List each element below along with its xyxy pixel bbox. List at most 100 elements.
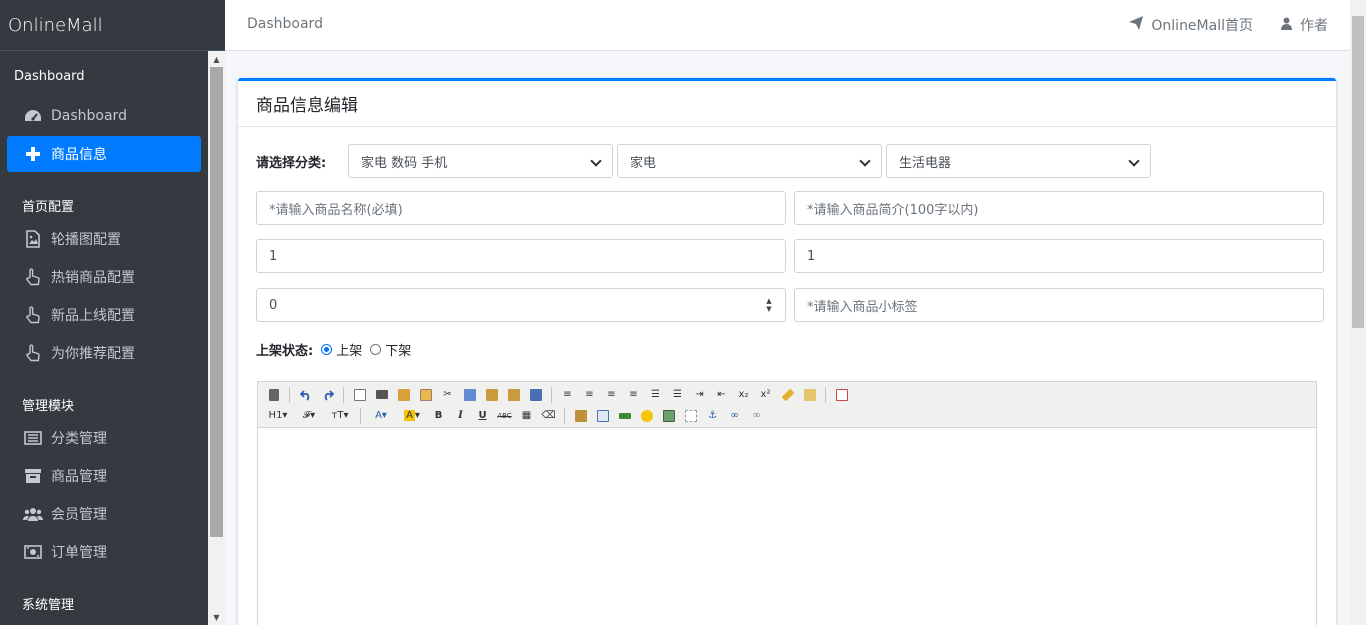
heading-icon[interactable]: H1▾: [264, 407, 292, 425]
indent-icon[interactable]: ⇥: [690, 386, 709, 404]
sidebar-item-category-management[interactable]: 分类管理: [7, 420, 201, 456]
page-scrollbar-thumb[interactable]: [1352, 16, 1364, 328]
editor-toolbar: ✂ ≡ ≡ ≡ ≡ ☰ ☰ ⇥ ⇤ x₂ x² H1▾ 𝓕▾ тT▾ A▾ A …: [258, 382, 1316, 428]
emoticon-icon[interactable]: [637, 407, 656, 425]
bold-icon[interactable]: B: [429, 407, 448, 425]
sidebar-item-carousel-config[interactable]: 轮播图配置: [7, 221, 201, 257]
source-icon[interactable]: [264, 386, 283, 404]
sidebar-item-label: Dashboard: [51, 108, 127, 124]
insert-image-icon[interactable]: [571, 407, 590, 425]
author-link-label: 作者: [1300, 18, 1328, 34]
author-link[interactable]: 作者: [1281, 15, 1328, 35]
subscript-icon[interactable]: x₂: [734, 386, 753, 404]
sidebar-item-member-management[interactable]: 会员管理: [7, 496, 201, 532]
image-icon: [23, 230, 43, 248]
clear-format-icon[interactable]: [778, 386, 797, 404]
spinner-arrows-icon[interactable]: ▲ ▼: [763, 297, 775, 315]
original-price-input[interactable]: 1: [256, 239, 786, 273]
line-height-icon[interactable]: ▦: [517, 407, 536, 425]
superscript-icon[interactable]: x²: [756, 386, 775, 404]
brand-logo[interactable]: OnlineMall: [0, 0, 225, 51]
scrollbar-thumb[interactable]: [210, 67, 223, 537]
undo-icon[interactable]: [296, 386, 315, 404]
italic-icon[interactable]: I: [451, 407, 470, 425]
rich-text-editor: ✂ ≡ ≡ ≡ ≡ ☰ ☰ ⇥ ⇤ x₂ x² H1▾ 𝓕▾ тT▾ A▾ A …: [257, 381, 1317, 625]
sidebar-item-dashboard[interactable]: Dashboard: [7, 98, 201, 134]
sidebar-item-recommend-config[interactable]: 为你推荐配置: [7, 335, 201, 371]
sidebar-item-label: 新品上线配置: [51, 308, 135, 324]
remove-format-icon[interactable]: ⌫: [539, 407, 558, 425]
status-off-sale-radio[interactable]: [370, 344, 382, 355]
sidebar-item-label: 订单管理: [51, 545, 107, 561]
sale-status-group: 上架状态: 上架 下架: [256, 340, 411, 359]
product-tag-input[interactable]: *请输入商品小标签: [794, 288, 1324, 322]
stock-number-input[interactable]: 0 ▲ ▼: [256, 288, 786, 322]
font-size-icon[interactable]: тT▾: [326, 407, 354, 425]
category-level2-select[interactable]: 家电: [617, 144, 882, 178]
align-center-icon[interactable]: ≡: [580, 386, 599, 404]
template-icon[interactable]: [394, 386, 413, 404]
selling-price-input[interactable]: 1: [794, 239, 1324, 273]
insert-photo-icon[interactable]: [659, 407, 678, 425]
sidebar-item-hot-products-config[interactable]: 热销商品配置: [7, 259, 201, 295]
redo-icon[interactable]: [318, 386, 337, 404]
insert-media-icon[interactable]: [615, 407, 634, 425]
font-family-icon[interactable]: 𝓕▾: [295, 407, 323, 425]
sidebar-item-product-info[interactable]: 商品信息: [7, 136, 201, 172]
unordered-list-icon[interactable]: ☰: [668, 386, 687, 404]
sidebar-item-label: 会员管理: [51, 507, 107, 523]
sidebar-menu: Dashboard Dashboard 商品信息 首页配置 轮播图配置 热销商品…: [0, 51, 208, 625]
copy-icon[interactable]: [460, 386, 479, 404]
underline-icon[interactable]: U: [473, 407, 492, 425]
fullscreen-icon[interactable]: [832, 386, 851, 404]
paste-plain-icon[interactable]: [504, 386, 523, 404]
justify-icon[interactable]: ≡: [624, 386, 643, 404]
page-scrollbar[interactable]: [1350, 0, 1366, 625]
sidebar-item-new-products-config[interactable]: 新品上线配置: [7, 297, 201, 333]
editor-content-area[interactable]: [258, 428, 1316, 625]
sidebar-header-dashboard: Dashboard: [14, 68, 85, 84]
page-break-icon[interactable]: [681, 407, 700, 425]
ordered-list-icon[interactable]: ☰: [646, 386, 665, 404]
sidebar-item-order-management[interactable]: 订单管理: [7, 534, 201, 570]
sidebar-item-label: 商品信息: [51, 147, 107, 163]
plus-icon: [23, 145, 43, 163]
unlink-icon[interactable]: ∞: [747, 407, 766, 425]
link-icon[interactable]: ∞: [725, 407, 744, 425]
stock-value: 0: [269, 297, 278, 313]
user-icon: [1281, 17, 1292, 34]
category-level3-select[interactable]: 生活电器: [886, 144, 1151, 178]
product-intro-input[interactable]: *请输入商品简介(100字以内): [794, 191, 1324, 225]
sidebar-scrollbar[interactable]: ▲ ▼: [208, 51, 225, 625]
paste-word-icon[interactable]: [526, 386, 545, 404]
hand-pointer-icon: [23, 344, 43, 362]
category-label: 请选择分类:: [256, 155, 327, 171]
cut-icon[interactable]: ✂: [438, 386, 457, 404]
sidebar-item-label: 轮播图配置: [51, 232, 121, 248]
product-name-input[interactable]: *请输入商品名称(必填): [256, 191, 786, 225]
align-right-icon[interactable]: ≡: [602, 386, 621, 404]
code-icon[interactable]: [416, 386, 435, 404]
strikethrough-icon[interactable]: ABC: [495, 407, 514, 425]
breadcrumb[interactable]: Dashboard: [247, 16, 323, 32]
sidebar: OnlineMall Dashboard Dashboard 商品信息 首页配置…: [0, 0, 225, 625]
paste-icon[interactable]: [482, 386, 501, 404]
status-on-sale-radio[interactable]: [321, 344, 333, 355]
status-off-sale-label[interactable]: 下架: [385, 340, 411, 359]
anchor-icon[interactable]: ⚓: [703, 407, 722, 425]
select-all-icon[interactable]: [800, 386, 819, 404]
category-level1-select[interactable]: 家电 数码 手机: [348, 144, 613, 178]
scroll-down-arrow-icon[interactable]: ▼: [208, 609, 225, 625]
preview-icon[interactable]: [350, 386, 369, 404]
sidebar-item-product-management[interactable]: 商品管理: [7, 458, 201, 494]
outdent-icon[interactable]: ⇤: [712, 386, 731, 404]
home-link[interactable]: OnlineMall首页: [1129, 15, 1253, 35]
insert-table-icon[interactable]: [593, 407, 612, 425]
scroll-up-arrow-icon[interactable]: ▲: [208, 51, 225, 67]
print-icon[interactable]: [372, 386, 391, 404]
highlight-icon[interactable]: A ▾: [398, 407, 426, 425]
align-left-icon[interactable]: ≡: [558, 386, 577, 404]
font-color-icon[interactable]: A▾: [367, 407, 395, 425]
sidebar-item-label: 商品管理: [51, 469, 107, 485]
status-on-sale-label[interactable]: 上架: [336, 340, 362, 359]
